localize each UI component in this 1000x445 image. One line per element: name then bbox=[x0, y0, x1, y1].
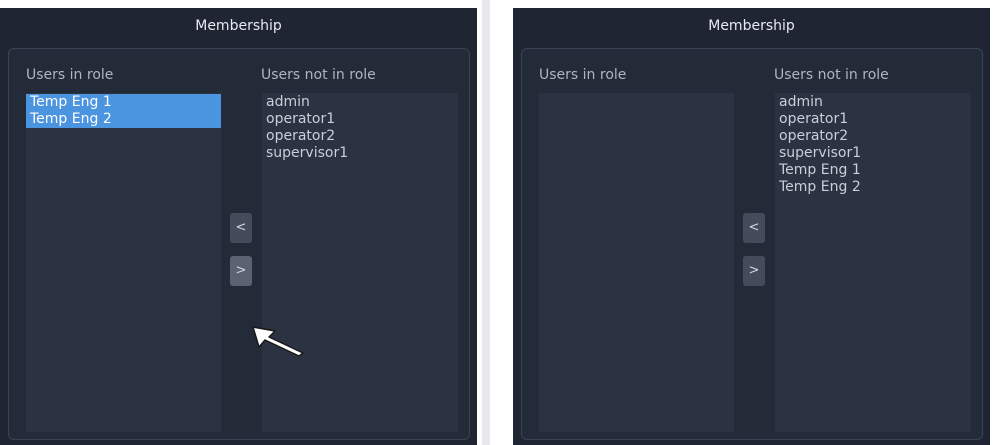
list-item[interactable]: operator1 bbox=[775, 111, 971, 128]
users-not-in-role-label: Users not in role bbox=[774, 67, 889, 83]
users-not-in-role-list[interactable]: admin operator1 operator2 supervisor1 bbox=[262, 93, 458, 432]
panel-title: Membership bbox=[708, 18, 795, 34]
membership-frame: Users in role Users not in role Temp Eng… bbox=[8, 48, 470, 440]
list-item[interactable]: operator2 bbox=[262, 128, 458, 145]
image-divider bbox=[482, 0, 490, 445]
list-item[interactable]: Temp Eng 1 bbox=[26, 94, 221, 111]
users-in-role-label: Users in role bbox=[26, 67, 114, 83]
add-to-role-button[interactable]: < bbox=[230, 213, 252, 243]
add-to-role-button[interactable]: < bbox=[743, 213, 765, 243]
users-in-role-list[interactable]: Temp Eng 1 Temp Eng 2 bbox=[26, 93, 221, 432]
list-item[interactable]: supervisor1 bbox=[262, 145, 458, 162]
list-item[interactable]: supervisor1 bbox=[775, 145, 971, 162]
list-item[interactable]: Temp Eng 2 bbox=[775, 179, 971, 196]
users-not-in-role-list[interactable]: admin operator1 operator2 supervisor1 Te… bbox=[775, 93, 971, 432]
membership-panel-before: Membership Users in role Users not in ro… bbox=[0, 8, 477, 445]
list-item[interactable]: operator1 bbox=[262, 111, 458, 128]
users-in-role-list[interactable] bbox=[539, 93, 734, 432]
list-item[interactable]: admin bbox=[262, 94, 458, 111]
panel-title: Membership bbox=[195, 18, 282, 34]
users-not-in-role-label: Users not in role bbox=[261, 67, 376, 83]
remove-from-role-button[interactable]: > bbox=[743, 256, 765, 286]
membership-frame: Users in role Users not in role < > admi… bbox=[521, 48, 983, 440]
list-item[interactable]: admin bbox=[775, 94, 971, 111]
users-in-role-label: Users in role bbox=[539, 67, 627, 83]
list-item[interactable]: Temp Eng 2 bbox=[26, 111, 221, 128]
list-item[interactable]: Temp Eng 1 bbox=[775, 162, 971, 179]
membership-panel-after: Membership Users in role Users not in ro… bbox=[513, 8, 990, 445]
remove-from-role-button[interactable]: > bbox=[230, 256, 252, 286]
list-item[interactable]: operator2 bbox=[775, 128, 971, 145]
arrow-pointer-icon bbox=[252, 326, 304, 357]
